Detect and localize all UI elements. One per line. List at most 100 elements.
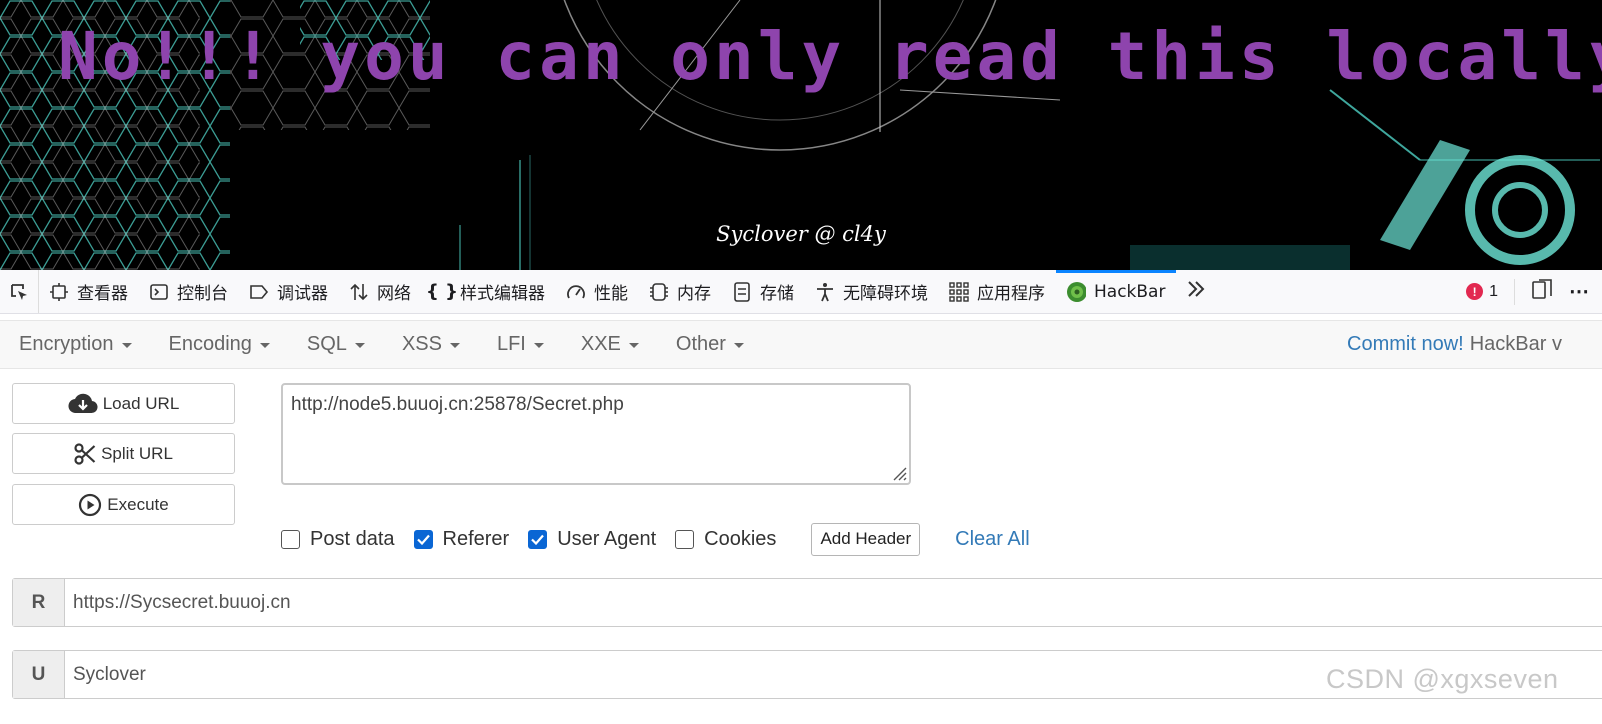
menu-label: XSS (401, 333, 442, 355)
menu-encoding[interactable]: Encoding (150, 333, 288, 356)
storage-icon (732, 281, 752, 302)
page-banner: No!!! you can only read this locally!!! … (0, 0, 1602, 270)
load-url-button[interactable]: Load URL (12, 383, 235, 424)
tab-style-editor[interactable]: { } 样式编辑器 (422, 270, 556, 313)
menu-label: Other (675, 333, 726, 355)
tab-memory[interactable]: 内存 (639, 270, 722, 313)
tab-label: 应用程序 (977, 284, 1045, 304)
referer-checkbox[interactable] (413, 529, 433, 549)
error-icon: ! (1466, 283, 1484, 300)
menu-other[interactable]: Other (657, 333, 762, 356)
header-key: R (13, 579, 65, 626)
page-headline: No!!! you can only read this locally!!! (58, 18, 1602, 95)
post-data-checkbox[interactable] (281, 529, 300, 549)
double-chevron-right-icon (1186, 280, 1206, 303)
url-textarea[interactable]: http://node5.buuoj.cn:25878/Secret.php (281, 383, 911, 485)
page-signature: Syclover @ cl4y (716, 222, 886, 246)
menu-encryption[interactable]: Encryption (0, 333, 150, 356)
post-data-option[interactable]: Post data (281, 528, 395, 551)
caret-down-icon (628, 343, 639, 348)
button-label: Execute (107, 494, 169, 514)
tab-label: 存储 (760, 284, 794, 304)
cookies-checkbox[interactable] (675, 529, 695, 549)
menu-label: SQL (306, 333, 347, 355)
split-url-button[interactable]: Split URL (12, 433, 235, 474)
hackbar-icon (1066, 281, 1086, 302)
option-label: User Agent (557, 527, 657, 550)
tab-inspector[interactable]: 查看器 (39, 270, 139, 313)
tab-console[interactable]: 控制台 (139, 270, 239, 313)
error-count-badge[interactable]: ! 1 (1466, 283, 1498, 301)
user-agent-option[interactable]: User Agent (528, 528, 656, 551)
hackbar-options-row: Post data Referer User Agent Cookies Add… (281, 522, 1030, 556)
responsive-design-icon[interactable] (1531, 278, 1553, 305)
caret-down-icon (354, 343, 365, 348)
tab-application[interactable]: 应用程序 (939, 270, 1056, 313)
inspector-icon (49, 282, 69, 302)
referer-input[interactable]: https://Sycsecret.buuoj.cn (65, 579, 1602, 626)
tab-label: 内存 (677, 284, 711, 304)
more-tabs-button[interactable] (1176, 270, 1217, 313)
cookies-option[interactable]: Cookies (675, 528, 776, 551)
tab-label: 控制台 (177, 284, 228, 304)
memory-icon (649, 282, 669, 302)
button-label: Split URL (101, 443, 173, 463)
tab-label: 无障碍环境 (843, 284, 928, 304)
execute-button[interactable]: Execute (12, 484, 235, 525)
tab-label: HackBar (1094, 281, 1166, 302)
hackbar-version: HackBar v (1469, 333, 1562, 355)
menu-lfi[interactable]: LFI (478, 333, 562, 356)
clear-all-link[interactable]: Clear All (955, 528, 1029, 551)
play-circle-icon (78, 493, 102, 517)
button-label: Load URL (102, 393, 180, 413)
tab-hackbar[interactable]: HackBar (1056, 270, 1177, 313)
option-label: Cookies (704, 527, 777, 550)
menu-label: LFI (496, 333, 526, 355)
performance-icon (566, 282, 586, 302)
csdn-watermark: CSDN @xgxseven (1326, 664, 1559, 694)
url-text: http://node5.buuoj.cn:25878/Secret.php (291, 394, 624, 415)
tab-debugger[interactable]: 调试器 (239, 270, 339, 313)
menu-xxe[interactable]: XXE (562, 333, 657, 356)
menu-xss[interactable]: XSS (383, 333, 478, 356)
network-icon (349, 282, 369, 302)
cloud-download-icon (68, 393, 98, 415)
element-picker-button[interactable] (0, 270, 39, 313)
commit-now-link[interactable]: Commit now! (1347, 333, 1464, 356)
toolbar-divider (1514, 278, 1515, 305)
application-icon (949, 281, 969, 302)
caret-down-icon (733, 343, 744, 348)
caret-down-icon (449, 343, 460, 348)
tab-label: 调试器 (277, 284, 328, 304)
tab-accessibility[interactable]: 无障碍环境 (805, 270, 939, 313)
tab-label: 性能 (594, 284, 628, 304)
option-label: Referer (442, 527, 510, 550)
menu-label: XXE (580, 333, 621, 355)
more-options-icon[interactable]: ⋯ (1569, 279, 1590, 304)
tab-network[interactable]: 网络 (339, 270, 422, 313)
caret-down-icon (259, 343, 270, 348)
tab-storage[interactable]: 存储 (722, 270, 805, 313)
tab-label: 样式编辑器 (460, 284, 545, 304)
tab-label: 查看器 (77, 284, 128, 304)
devtools-toolbar: 查看器 控制台 调试器 网络 { } 样式编辑器 性能 内存 存储 无障碍环境 … (0, 270, 1602, 314)
debugger-icon (249, 282, 269, 302)
console-icon (149, 282, 169, 302)
element-picker-icon (11, 283, 27, 300)
menu-label: Encoding (168, 333, 252, 355)
referer-option[interactable]: Referer (413, 527, 510, 551)
add-header-button[interactable]: Add Header (811, 522, 921, 556)
style-editor-icon: { } (426, 281, 458, 302)
header-key: U (13, 651, 65, 698)
option-label: Post data (310, 527, 395, 550)
resize-grip-icon[interactable] (889, 463, 907, 481)
menu-label: Encryption (19, 333, 114, 355)
tab-label: 网络 (377, 284, 411, 304)
user-agent-checkbox[interactable] (528, 529, 548, 549)
tab-performance[interactable]: 性能 (556, 270, 639, 313)
error-count: 1 (1489, 282, 1498, 300)
caret-down-icon (533, 343, 544, 348)
hackbar-menubar: Encryption Encoding SQL XSS LFI XXE Othe… (0, 320, 1602, 369)
caret-down-icon (121, 343, 132, 348)
menu-sql[interactable]: SQL (288, 333, 383, 356)
